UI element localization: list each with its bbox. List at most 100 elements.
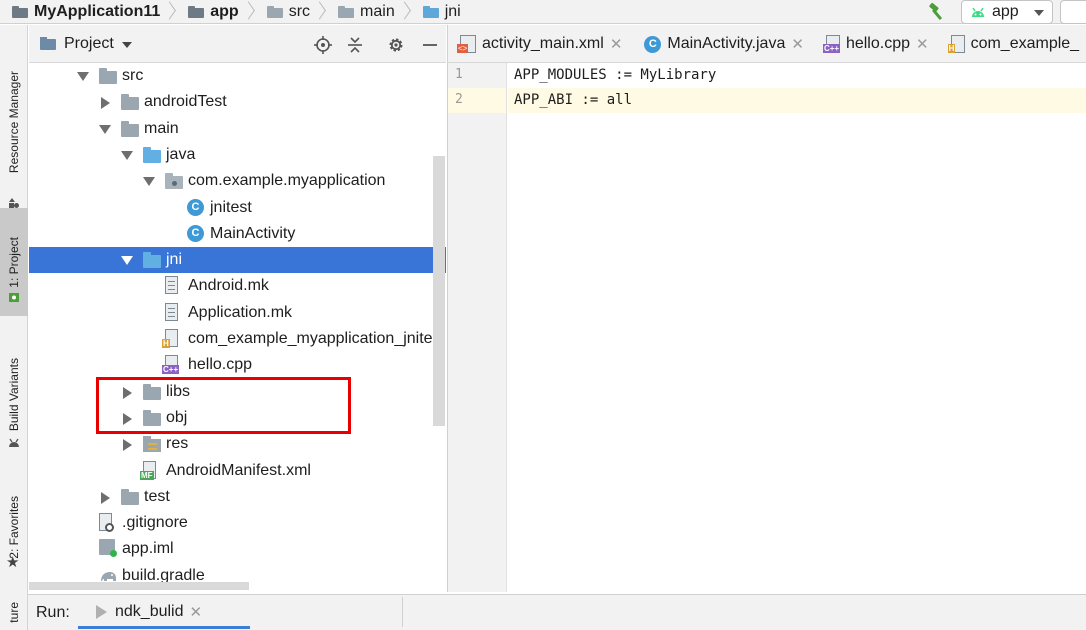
tab-hello-cpp[interactable]: C++ hello.cpp ✕	[814, 25, 939, 62]
expand-arrow-open-icon[interactable]	[121, 255, 133, 265]
breadcrumb-label: jni	[444, 2, 461, 20]
editor-tab-bar: <> activity_main.xml ✕ C MainActivity.ja…	[447, 25, 1086, 63]
folder-icon	[338, 5, 355, 18]
expand-arrow-closed-icon[interactable]	[99, 492, 110, 504]
close-icon[interactable]: ✕	[610, 35, 623, 53]
tab-project[interactable]: 1: Project	[0, 208, 28, 316]
tree-item-android-mk[interactable]: Android.mk	[29, 273, 446, 299]
tree-item-label: test	[144, 488, 170, 505]
tree-item-application-mk[interactable]: Application.mk	[29, 300, 446, 326]
tree-item-gitignore[interactable]: .gitignore	[29, 510, 446, 536]
code-line[interactable]: APP_MODULES := MyLibrary	[508, 63, 1086, 88]
tree-item-label: src	[122, 67, 144, 84]
device-select[interactable]	[1060, 0, 1086, 24]
code-line-current[interactable]: APP_ABI := all	[508, 88, 1086, 113]
tree-item-label: com_example_myapplication_jnitest.h	[188, 330, 446, 347]
chevron-right-icon	[245, 0, 255, 24]
source-folder-icon	[422, 5, 439, 18]
breadcrumb-main[interactable]: main	[330, 0, 415, 24]
tab-structure[interactable]: ture	[0, 595, 28, 630]
tab-activity-main-xml[interactable]: <> activity_main.xml ✕	[448, 25, 632, 62]
chevron-down-icon[interactable]	[121, 42, 132, 48]
expand-arrow-closed-icon[interactable]	[121, 413, 132, 425]
header-file-icon: H	[162, 329, 178, 348]
tree-item-mainactivity[interactable]: C MainActivity	[29, 221, 446, 247]
expand-arrow-closed-icon[interactable]	[121, 439, 132, 451]
collapse-all-icon[interactable]	[346, 36, 364, 54]
expand-arrow-open-icon[interactable]	[121, 150, 133, 160]
tab-main-activity-java[interactable]: C MainActivity.java ✕	[632, 25, 814, 62]
tree-item-label: com.example.myapplication	[188, 172, 386, 189]
manifest-file-icon: MF	[140, 461, 156, 480]
tree-item-label: java	[166, 146, 196, 163]
tree-item-test[interactable]: test	[29, 484, 446, 510]
tab-com-example-header[interactable]: H com_example_	[939, 25, 1086, 62]
tool-window-strip: Resource Manager 1: Project Build Varian…	[0, 25, 28, 630]
breadcrumb-label: MyApplication11	[34, 2, 161, 20]
folder-icon	[266, 5, 283, 18]
run-tab-ndk-bulid[interactable]: ndk_bulid ✕	[78, 595, 248, 629]
project-folder-icon	[40, 37, 56, 50]
locate-file-icon[interactable]	[314, 36, 332, 54]
run-configuration-label: app	[992, 3, 1019, 20]
run-tool-window-bar: Run: ndk_bulid ✕	[28, 594, 1086, 630]
run-configuration-select[interactable]: app	[961, 0, 1053, 24]
breadcrumb-label: src	[288, 2, 311, 20]
tree-item-com-example-myapplication[interactable]: com.example.myapplication	[29, 168, 446, 194]
tab-label: MainActivity.java	[667, 35, 786, 52]
cpp-file-icon: C++	[822, 35, 841, 53]
tree-item-obj[interactable]: obj	[29, 405, 446, 431]
gear-icon[interactable]	[387, 36, 405, 54]
tree-item-label: androidTest	[144, 93, 227, 110]
header-file-icon: H	[947, 35, 965, 53]
breadcrumb-project[interactable]: MyApplication11	[0, 0, 180, 24]
tree-item-res[interactable]: res	[29, 431, 446, 457]
build-hammer-icon[interactable]	[926, 2, 946, 22]
breadcrumb-app[interactable]: app	[180, 0, 258, 24]
breadcrumb-src[interactable]: src	[259, 0, 330, 24]
star-icon: ★	[6, 554, 20, 571]
tab-favorites[interactable]: 2: Favorites ★	[0, 475, 28, 580]
breadcrumb-jni[interactable]: jni	[415, 0, 465, 24]
text-file-icon	[165, 303, 178, 321]
tree-item-androidtest[interactable]: androidTest	[29, 89, 446, 115]
tree-item-libs[interactable]: libs	[29, 379, 446, 405]
expand-arrow-closed-icon[interactable]	[121, 387, 132, 399]
minimize-icon[interactable]	[421, 36, 439, 54]
expand-arrow-open-icon[interactable]	[99, 124, 111, 134]
module-file-icon	[99, 539, 117, 557]
class-icon: C	[644, 35, 662, 53]
project-tree: src androidTest main java com.example.myappl…	[29, 63, 446, 592]
tree-item-src[interactable]: src	[29, 63, 446, 89]
tab-label: hello.cpp	[845, 35, 910, 52]
chevron-right-icon	[401, 0, 411, 24]
tree-item-com-example-myapplication-jnitest-h[interactable]: Hcom_example_myapplication_jnitest.h	[29, 326, 446, 352]
tree-item-androidmanifest-xml[interactable]: MF AndroidManifest.xml	[29, 458, 446, 484]
tree-item-jnitest[interactable]: Cjnitest	[29, 195, 446, 221]
tree-horizontal-scrollbar[interactable]	[29, 582, 249, 590]
tree-item-main[interactable]: main	[29, 116, 446, 142]
tree-item-label: AndroidManifest.xml	[166, 462, 311, 479]
code-editor[interactable]: APP_MODULES := MyLibrary APP_ABI := all	[508, 63, 1086, 592]
tree-item-label: app.iml	[122, 540, 174, 557]
expand-arrow-closed-icon[interactable]	[99, 97, 110, 109]
breadcrumb-label: app	[210, 2, 239, 20]
close-icon[interactable]: ✕	[916, 35, 929, 53]
project-view-title[interactable]: Project	[64, 35, 114, 53]
tree-item-label: jni	[166, 251, 183, 268]
tree-vertical-scrollbar[interactable]	[433, 156, 445, 426]
line-number: 1	[455, 67, 463, 82]
run-label: Run:	[36, 604, 70, 621]
tree-item-java[interactable]: java	[29, 142, 446, 168]
tree-item-jni[interactable]: jni	[29, 247, 446, 273]
tree-item-hello-cpp[interactable]: C++ hello.cpp	[29, 352, 446, 378]
tab-resource-manager[interactable]: Resource Manager	[0, 47, 28, 208]
expand-arrow-open-icon[interactable]	[143, 176, 155, 186]
close-icon[interactable]: ✕	[190, 603, 203, 621]
breadcrumb-label: main	[360, 2, 395, 20]
expand-arrow-open-icon[interactable]	[77, 71, 89, 81]
tree-item-app-iml[interactable]: app.iml	[29, 536, 446, 562]
close-icon[interactable]: ✕	[791, 35, 804, 53]
tab-build-variants[interactable]: Build Variants	[0, 335, 28, 455]
tree-item-label: Application.mk	[188, 304, 293, 321]
